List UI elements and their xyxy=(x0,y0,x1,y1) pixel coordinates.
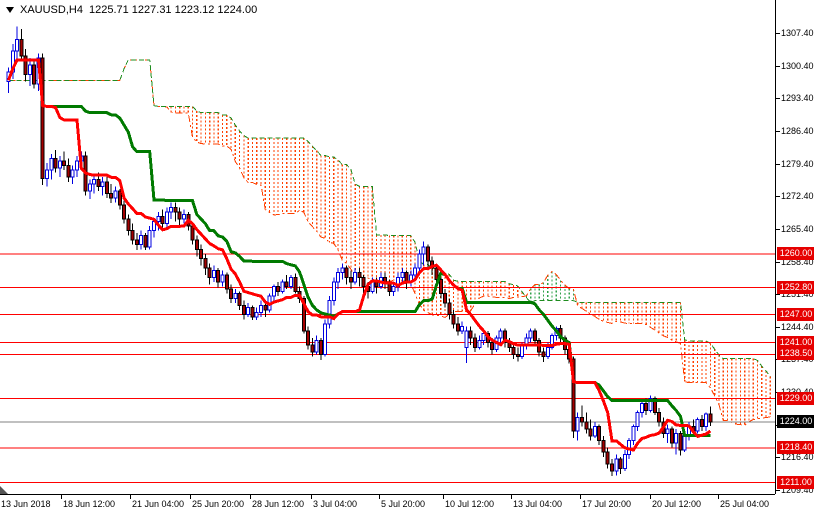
time-tick-mark xyxy=(443,495,444,499)
price-chart-canvas[interactable] xyxy=(0,0,775,494)
time-tick-mark xyxy=(718,495,719,499)
price-tick-mark xyxy=(776,327,780,328)
price-tick-mark xyxy=(776,131,780,132)
time-tick-label: 21 Jun 04:00 xyxy=(132,499,184,509)
price-tick-mark xyxy=(776,98,780,99)
price-tick-mark xyxy=(776,164,780,165)
time-tick-label: 25 Jun 20:00 xyxy=(192,499,244,509)
level-price-label: 1211.00 xyxy=(777,476,814,489)
price-tick-mark xyxy=(776,457,780,458)
time-tick-mark xyxy=(311,495,312,499)
ichimoku-cloud xyxy=(171,106,770,425)
time-tick-mark xyxy=(130,495,131,499)
time-tick-mark xyxy=(61,495,62,499)
time-tick-label: 18 Jun 12:00 xyxy=(63,499,115,509)
price-tick-label: 1279.40 xyxy=(781,159,814,169)
time-tick-label: 10 Jul 12:00 xyxy=(445,499,494,509)
current-price-label: 1224.00 xyxy=(777,415,814,428)
level-price-label: 1252.80 xyxy=(777,281,814,294)
scroll-marker-icon xyxy=(0,486,8,494)
price-tick-mark xyxy=(776,262,780,263)
price-axis: 1307.40 1300.40 1293.40 1286.40 1279.40 1272.… xyxy=(775,0,814,494)
symbol-period-label: XAUUSD,H4 xyxy=(20,4,83,16)
time-tick-mark xyxy=(190,495,191,499)
price-tick-label: 1286.40 xyxy=(781,126,814,136)
chart-window[interactable]: 1307.40 1300.40 1293.40 1286.40 1279.40 1272.… xyxy=(0,0,814,514)
time-tick-label: 13 Jul 04:00 xyxy=(513,499,562,509)
chart-title: XAUUSD,H4 1225.71 1227.31 1223.12 1224.0… xyxy=(6,4,257,16)
time-tick-label: 3 Jul 04:00 xyxy=(313,499,357,509)
level-price-label: 1218.40 xyxy=(777,441,814,454)
senkou-span-a-line xyxy=(9,60,771,426)
time-tick-label: 5 Jul 20:00 xyxy=(381,499,425,509)
level-price-label: 1260.00 xyxy=(777,247,814,260)
time-tick-label: 17 Jul 20:00 xyxy=(582,499,631,509)
price-tick-mark xyxy=(776,229,780,230)
price-tick-label: 1244.40 xyxy=(781,322,814,332)
time-tick-mark xyxy=(511,495,512,499)
level-price-label: 1229.00 xyxy=(777,392,814,405)
price-tick-label: 1300.40 xyxy=(781,61,814,71)
price-tick-mark xyxy=(776,294,780,295)
time-tick-mark xyxy=(379,495,380,499)
price-tick-label: 1265.40 xyxy=(781,224,814,234)
price-tick-label: 1307.40 xyxy=(781,28,814,38)
symbol-dropdown-icon xyxy=(6,7,14,13)
time-tick-mark xyxy=(650,495,651,499)
time-tick-label: 20 Jul 12:00 xyxy=(652,499,701,509)
price-tick-label: 1293.40 xyxy=(781,93,814,103)
price-tick-mark xyxy=(776,490,780,491)
price-tick-mark xyxy=(776,66,780,67)
time-tick-label: 25 Jul 04:00 xyxy=(720,499,769,509)
time-axis: 13 Jun 2018 18 Jun 12:00 21 Jun 04:00 25 Ju… xyxy=(0,494,775,514)
level-price-label: 1238.50 xyxy=(777,347,814,360)
level-price-label: 1247.00 xyxy=(777,308,814,321)
price-tick-mark xyxy=(776,33,780,34)
time-tick-mark xyxy=(580,495,581,499)
time-tick-label: 28 Jun 12:00 xyxy=(252,499,304,509)
time-tick-mark xyxy=(250,495,251,499)
time-tick-label: 13 Jun 2018 xyxy=(1,499,51,509)
ohlc-values: 1225.71 1227.31 1223.12 1224.00 xyxy=(89,4,257,16)
price-tick-mark xyxy=(776,196,780,197)
price-tick-label: 1272.40 xyxy=(781,191,814,201)
